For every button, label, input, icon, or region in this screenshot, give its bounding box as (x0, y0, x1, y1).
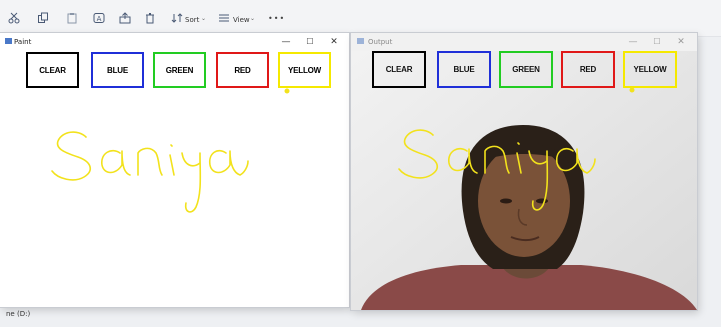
sort-icon[interactable] (171, 12, 183, 24)
rename-icon[interactable]: A (93, 12, 105, 24)
handwritten-saniya (398, 129, 596, 211)
drive-label[interactable]: ne (D:) (6, 310, 30, 318)
handwritten-saniya (51, 131, 249, 213)
pointer-dot (284, 88, 290, 94)
view-icon[interactable] (218, 12, 230, 24)
more-options-button[interactable]: ••• (268, 14, 285, 23)
paint-canvas[interactable] (0, 33, 349, 307)
paste-icon[interactable] (66, 12, 78, 24)
output-overlay (398, 87, 635, 211)
view-button[interactable]: View (233, 16, 250, 24)
sort-button[interactable]: Sort (185, 16, 199, 24)
file-explorer-toolbar: A Sort ⌄ View ⌄ ••• (0, 0, 721, 37)
cut-icon[interactable] (8, 12, 20, 24)
copy-icon[interactable] (37, 12, 49, 24)
delete-icon[interactable] (144, 12, 156, 24)
view-chevron-down-icon[interactable]: ⌄ (250, 15, 255, 22)
pointer-dot (629, 87, 635, 93)
sort-chevron-down-icon[interactable]: ⌄ (201, 15, 206, 22)
svg-text:A: A (97, 15, 102, 23)
share-icon[interactable] (119, 12, 131, 24)
output-window: Output — ☐ ✕ CLEAR BLUE GREEN RED YELLOW (351, 33, 697, 310)
paint-window: Paint — ☐ ✕ CLEAR BLUE GREEN RED YELLOW (0, 33, 349, 307)
